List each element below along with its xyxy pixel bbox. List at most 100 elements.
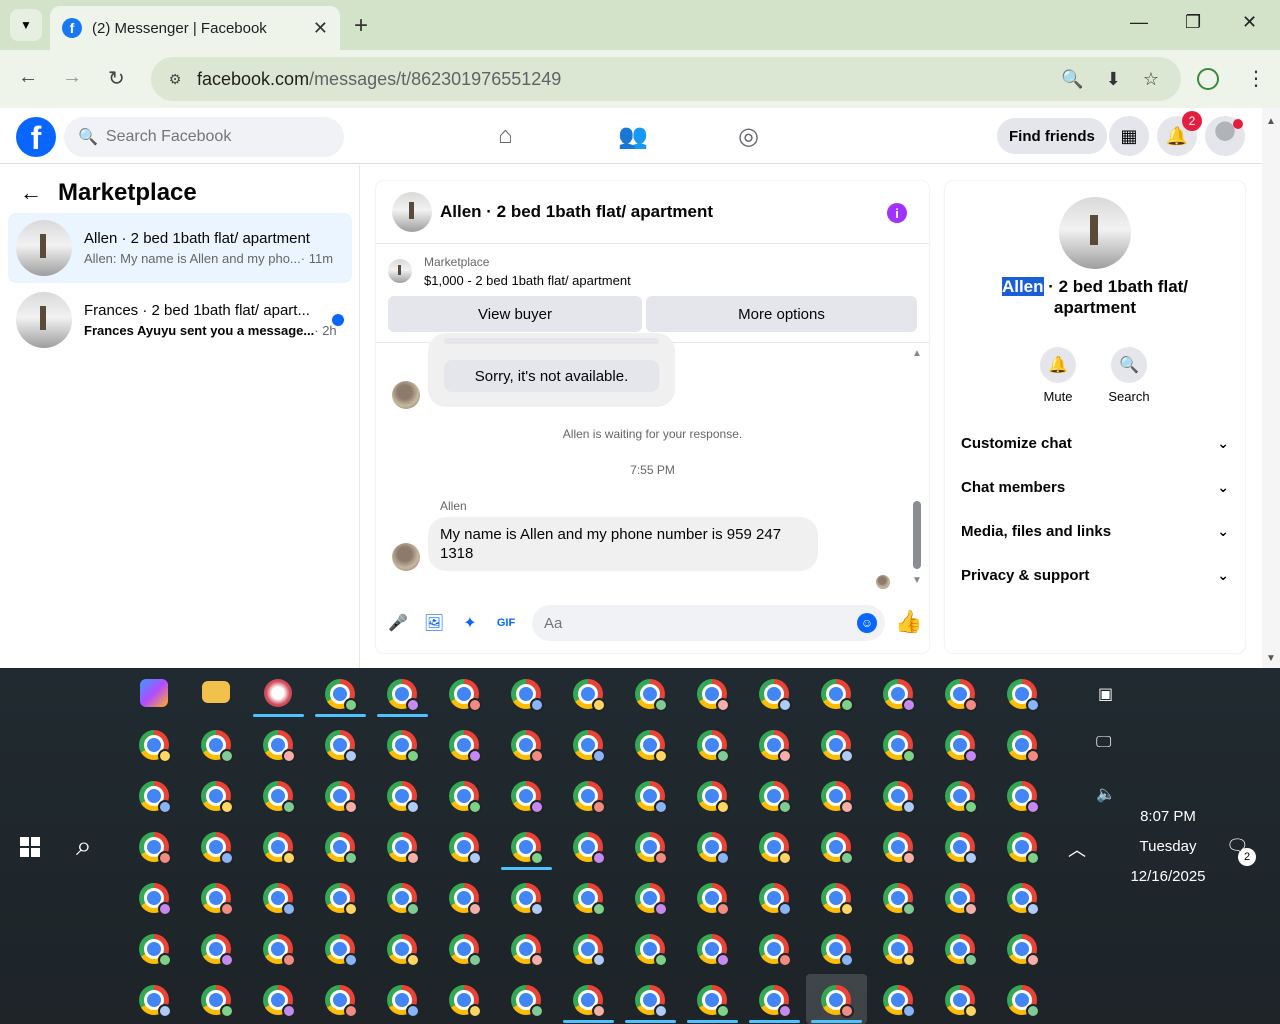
chrome-profile-taskbar-icon[interactable]	[1007, 730, 1040, 763]
chrome-profile-taskbar-icon[interactable]	[883, 883, 916, 916]
chrome-profile-taskbar-icon[interactable]	[387, 781, 420, 814]
chrome-profile-taskbar-icon[interactable]	[697, 883, 730, 916]
url-text[interactable]: facebook.com/messages/t/862301976551249	[197, 69, 1061, 90]
chrome-profile-taskbar-icon[interactable]	[573, 934, 606, 967]
photo-icon[interactable]: 🖼	[423, 612, 445, 634]
chrome-profile-taskbar-icon[interactable]	[635, 781, 668, 814]
chrome-profile-taskbar-icon[interactable]	[759, 730, 792, 763]
chrome-profile-taskbar-icon[interactable]	[635, 832, 668, 865]
section-chat-members[interactable]: Chat members ⌄	[961, 472, 1229, 502]
info-icon[interactable]: i	[887, 203, 907, 223]
chrome-profile-taskbar-icon[interactable]	[387, 679, 420, 712]
chrome-profile-taskbar-icon[interactable]	[883, 934, 916, 967]
chrome-profile-taskbar-icon[interactable]	[263, 781, 296, 814]
gif-icon[interactable]: GIF	[495, 612, 517, 634]
chrome-profile-taskbar-icon[interactable]	[325, 985, 358, 1018]
message-input[interactable]	[532, 605, 885, 641]
chrome-profile-taskbar-icon[interactable]	[139, 883, 172, 916]
chrome-profile-taskbar-icon[interactable]	[945, 985, 978, 1018]
chrome-profile-taskbar-icon[interactable]	[201, 934, 234, 967]
chrome-profile-taskbar-icon[interactable]	[139, 730, 172, 763]
chrome-profile-taskbar-icon[interactable]	[325, 883, 358, 916]
scroll-down-arrow-icon[interactable]: ▼	[1266, 653, 1276, 664]
copilot-icon[interactable]	[140, 679, 168, 707]
microphone-icon[interactable]: 🎤	[387, 612, 409, 634]
find-friends-button[interactable]: Find friends	[997, 118, 1107, 154]
back-button[interactable]: ←	[18, 66, 38, 89]
chrome-profile-taskbar-icon[interactable]	[263, 730, 296, 763]
chrome-profile-taskbar-icon[interactable]	[635, 934, 668, 967]
back-arrow-icon[interactable]: ←	[20, 180, 42, 206]
chrome-profile-taskbar-icon[interactable]	[697, 832, 730, 865]
install-app-icon[interactable]: ⬇	[1106, 69, 1121, 90]
scroll-down-arrow-icon[interactable]: ▼	[912, 575, 922, 586]
chrome-profile-taskbar-icon[interactable]	[759, 781, 792, 814]
chat-item-allen[interactable]: Allen · 2 bed 1bath flat/ apartment Alle…	[8, 213, 352, 283]
chrome-profile-taskbar-icon[interactable]	[945, 781, 978, 814]
chrome-profile-taskbar-icon[interactable]	[201, 985, 234, 1018]
taskbar-search-icon[interactable]: ⌕	[76, 830, 92, 863]
chrome-profile-taskbar-icon[interactable]	[263, 985, 296, 1018]
conversation-title[interactable]: Allen · 2 bed 1bath flat/ apartment	[440, 202, 713, 222]
chrome-profile-taskbar-icon[interactable]	[201, 832, 234, 865]
taskbar-day[interactable]: Tuesday	[1110, 838, 1226, 855]
chrome-profile-taskbar-icon[interactable]	[635, 679, 668, 712]
chrome-profile-taskbar-icon[interactable]	[449, 679, 482, 712]
address-bar[interactable]: ⚙ facebook.com/messages/t/86230197655124…	[151, 57, 1181, 101]
bookmark-star-icon[interactable]: ☆	[1143, 69, 1159, 90]
chrome-profile-taskbar-icon[interactable]	[325, 934, 358, 967]
friends-icon[interactable]: 👥	[618, 122, 648, 151]
chrome-profile-taskbar-icon[interactable]	[573, 832, 606, 865]
chrome-profile-taskbar-icon[interactable]	[449, 730, 482, 763]
chrome-profile-taskbar-icon[interactable]	[511, 985, 544, 1018]
reload-button[interactable]: ↻	[108, 66, 125, 91]
conversation-scrollbar-thumb[interactable]	[913, 501, 921, 569]
file-explorer-icon[interactable]	[202, 681, 230, 703]
chrome-profile-taskbar-icon[interactable]	[945, 883, 978, 916]
page-scrollbar[interactable]: ▲ ▼	[1262, 108, 1280, 668]
chrome-profile-taskbar-icon[interactable]	[635, 730, 668, 763]
window-close-button[interactable]: ✕	[1242, 12, 1257, 33]
taskbar-time[interactable]: 8:07 PM	[1110, 808, 1226, 825]
section-privacy-support[interactable]: Privacy & support ⌄	[961, 560, 1229, 590]
chrome-profile-taskbar-icon[interactable]	[387, 832, 420, 865]
chrome-profile-taskbar-icon[interactable]	[573, 781, 606, 814]
chrome-profile-taskbar-icon[interactable]	[573, 883, 606, 916]
chrome-profile-taskbar-icon[interactable]	[821, 832, 854, 865]
menu-grid-icon[interactable]: ▦	[1109, 116, 1149, 156]
chrome-profile-taskbar-icon[interactable]	[449, 781, 482, 814]
chrome-profile-taskbar-icon[interactable]	[511, 832, 544, 865]
chrome-profile-taskbar-icon[interactable]	[759, 934, 792, 967]
chrome-profile-taskbar-icon[interactable]	[263, 832, 296, 865]
chrome-profile-taskbar-icon[interactable]	[387, 730, 420, 763]
chrome-profile-taskbar-icon[interactable]	[1007, 781, 1040, 814]
display-icon[interactable]: 🖵	[1096, 734, 1111, 752]
chrome-profile-taskbar-icon[interactable]	[201, 781, 234, 814]
mute-action[interactable]: 🔔 Mute	[1028, 347, 1088, 404]
thumbs-up-icon[interactable]: 👍	[895, 609, 922, 635]
chrome-profile-taskbar-icon[interactable]	[821, 679, 854, 712]
chrome-profile-taskbar-icon[interactable]	[573, 985, 606, 1018]
chrome-profile-taskbar-icon[interactable]	[945, 730, 978, 763]
zoom-icon[interactable]: 🔍	[1061, 69, 1083, 90]
chrome-profile-taskbar-icon[interactable]	[883, 781, 916, 814]
facebook-search-box[interactable]: 🔍	[64, 117, 344, 157]
chrome-profile-taskbar-icon[interactable]	[1007, 883, 1040, 916]
chrome-profile-taskbar-icon[interactable]	[511, 781, 544, 814]
chrome-profile-taskbar-icon[interactable]	[635, 883, 668, 916]
chrome-profile-taskbar-icon[interactable]	[697, 934, 730, 967]
chrome-profile-taskbar-icon[interactable]	[201, 730, 234, 763]
more-options-button[interactable]: More options	[646, 296, 917, 332]
search-action[interactable]: 🔍 Search	[1099, 347, 1159, 404]
windows-start-icon[interactable]	[20, 837, 40, 857]
chrome-profile-taskbar-icon[interactable]	[449, 934, 482, 967]
quick-reply-button-partial[interactable]	[444, 338, 659, 344]
chrome-profile-taskbar-icon[interactable]	[325, 730, 358, 763]
chrome-profile-taskbar-icon[interactable]	[449, 985, 482, 1018]
volume-icon[interactable]: 🔈	[1096, 784, 1116, 804]
chrome-profile-taskbar-icon[interactable]	[883, 679, 916, 712]
chrome-profile-taskbar-icon[interactable]	[697, 985, 730, 1018]
chrome-profile-taskbar-icon[interactable]	[635, 985, 668, 1018]
meet-now-icon[interactable]: ▣	[1098, 684, 1113, 704]
chrome-profile-taskbar-icon[interactable]	[759, 679, 792, 712]
